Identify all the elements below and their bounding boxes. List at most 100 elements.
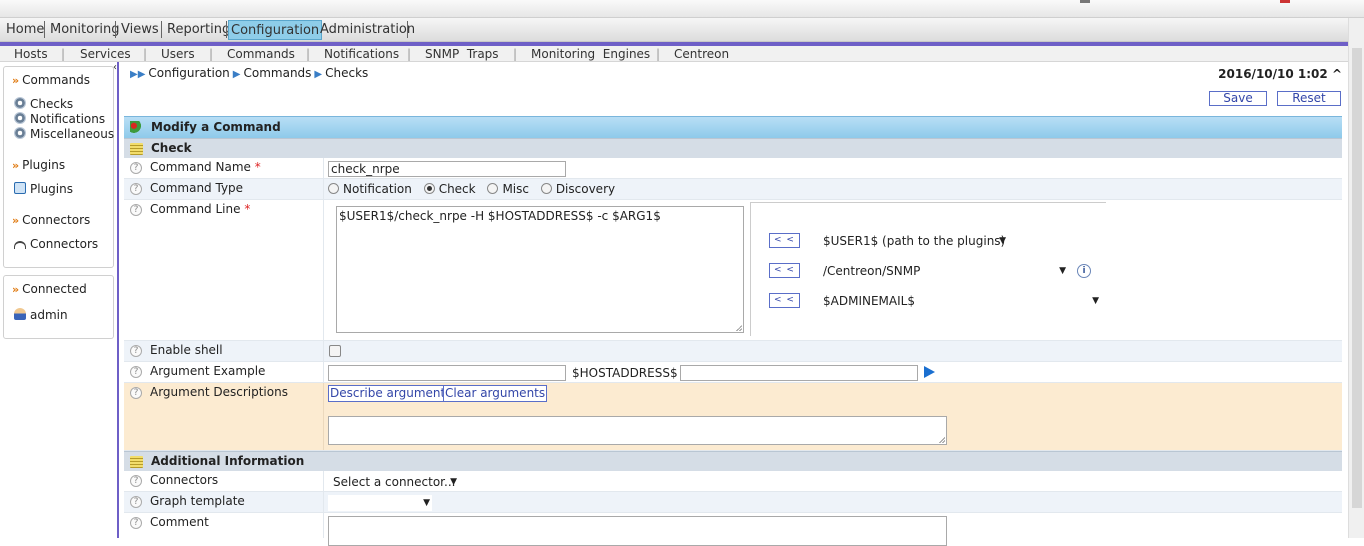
macro-select-user1[interactable]: $USER1$ (path to the plugins) ▼ bbox=[823, 233, 1008, 249]
help-icon[interactable]: ? bbox=[130, 496, 142, 508]
gear-icon bbox=[14, 97, 26, 109]
menu-separator bbox=[115, 21, 116, 38]
scrollbar-thumb[interactable] bbox=[1352, 48, 1362, 508]
submenu-snmp-traps[interactable]: SNMP Traps bbox=[425, 46, 499, 62]
save-button[interactable]: Save bbox=[1209, 91, 1267, 106]
command-line-textarea[interactable]: $USER1$/check_nrpe -H $HOSTADDRESS$ -c $… bbox=[336, 206, 744, 333]
command-icon bbox=[130, 121, 143, 133]
command-name-input[interactable]: check_nrpe bbox=[328, 161, 566, 177]
menu-separator bbox=[44, 21, 45, 38]
hostaddress-input[interactable] bbox=[680, 365, 918, 381]
macro-panel: < < $USER1$ (path to the plugins) ▼ < < /… bbox=[750, 202, 1106, 336]
chevron-down-icon: ▼ bbox=[999, 236, 1006, 246]
reset-button[interactable]: Reset bbox=[1277, 91, 1341, 106]
sub-menu: Hosts | Services | Users | Commands | No… bbox=[0, 46, 1348, 62]
label-hostaddress: $HOSTADDRESS$ bbox=[572, 366, 678, 380]
macro-row-2: < < /Centreon/SNMP ▼ i bbox=[769, 263, 1109, 281]
gear-icon bbox=[14, 127, 26, 139]
collapse-sidebar-icon[interactable]: ‹ bbox=[113, 62, 117, 73]
radio-button[interactable] bbox=[328, 183, 339, 194]
section-check-header: Check bbox=[124, 138, 1342, 158]
comment-textarea[interactable] bbox=[328, 516, 947, 546]
menu-reporting[interactable]: Reporting bbox=[165, 20, 232, 40]
macro-select-resource[interactable]: /Centreon/SNMP ▼ bbox=[823, 263, 1068, 279]
menu-monitoring[interactable]: Monitoring bbox=[48, 20, 122, 40]
help-icon[interactable]: ? bbox=[130, 387, 142, 399]
insert-macro-button[interactable]: < < bbox=[769, 233, 800, 248]
resize-grip-icon[interactable] bbox=[939, 437, 945, 443]
sidebar-item-connectors[interactable]: Connectors bbox=[14, 237, 98, 251]
submenu-centreon[interactable]: Centreon bbox=[674, 46, 729, 62]
connector-select[interactable]: Select a connector... ▼ bbox=[333, 474, 459, 490]
graph-template-select[interactable]: ▼ bbox=[328, 495, 432, 511]
breadcrumb-configuration[interactable]: Configuration bbox=[148, 66, 229, 80]
radio-button-selected[interactable] bbox=[423, 183, 435, 194]
menu-views[interactable]: Views bbox=[119, 20, 161, 40]
plugin-icon bbox=[14, 182, 26, 194]
submenu-monitoring-engines[interactable]: Monitoring Engines bbox=[531, 46, 650, 62]
breadcrumb: ▶▶ Configuration ▶ Commands ▶ Checks bbox=[130, 66, 369, 80]
sidebar-item-plugins[interactable]: Plugins bbox=[14, 182, 73, 196]
submenu-services[interactable]: Services bbox=[80, 46, 131, 62]
command-form: Modify a Command Check ? Command Name * c… bbox=[124, 116, 1342, 546]
help-icon[interactable]: ? bbox=[130, 345, 142, 357]
enable-shell-checkbox[interactable] bbox=[329, 345, 341, 357]
info-icon[interactable]: i bbox=[1077, 264, 1091, 278]
breadcrumb-checks[interactable]: Checks bbox=[325, 66, 368, 80]
label-command-name: Command Name * bbox=[150, 160, 261, 174]
clear-arguments-button[interactable]: Clear arguments bbox=[443, 385, 548, 402]
datetime: 2016/10/10 1:02 ^ bbox=[1218, 67, 1342, 81]
top-strip-mark-red bbox=[1280, 0, 1290, 3]
insert-macro-button[interactable]: < < bbox=[769, 263, 800, 278]
top-strip-mark bbox=[1080, 0, 1090, 3]
menu-home[interactable]: Home bbox=[4, 20, 46, 40]
sidebar-section-commands: » Commands bbox=[12, 73, 91, 87]
sidebar-item-checks[interactable]: Checks bbox=[14, 97, 73, 111]
radio-button[interactable] bbox=[540, 183, 552, 194]
sidebar-connected: » Connected admin bbox=[3, 275, 114, 339]
resize-grip-icon[interactable] bbox=[736, 325, 742, 331]
insert-macro-button[interactable]: < < bbox=[769, 293, 800, 308]
help-icon[interactable]: ? bbox=[130, 183, 142, 195]
radio-discovery[interactable]: Discovery bbox=[540, 182, 615, 196]
radio-button[interactable] bbox=[487, 183, 499, 194]
row-connectors: ? Connectors Select a connector... ▼ bbox=[124, 471, 1342, 492]
help-icon[interactable]: ? bbox=[130, 162, 142, 174]
macro-select-adminemail[interactable]: $ADMINEMAIL$ ▼ bbox=[823, 293, 1101, 309]
sidebar-section-connectors: » Connectors bbox=[12, 213, 91, 227]
submenu-commands[interactable]: Commands bbox=[227, 46, 295, 62]
row-argument-descriptions: ? Argument Descriptions Describe argument… bbox=[124, 383, 1342, 451]
help-icon[interactable]: ? bbox=[130, 475, 142, 487]
label-argument-example: Argument Example bbox=[150, 364, 266, 378]
submenu-hosts[interactable]: Hosts bbox=[14, 46, 48, 62]
form-header: Modify a Command bbox=[124, 116, 1342, 138]
breadcrumb-commands[interactable]: Commands bbox=[243, 66, 311, 80]
argument-descriptions-textarea[interactable] bbox=[328, 416, 947, 445]
chevron-down-icon: ▼ bbox=[450, 477, 457, 487]
radio-check[interactable]: Check bbox=[423, 182, 476, 196]
sidebar-item-miscellaneous[interactable]: Miscellaneous bbox=[14, 127, 114, 141]
label-argument-descriptions: Argument Descriptions bbox=[150, 385, 288, 399]
label-connectors: Connectors bbox=[150, 473, 219, 487]
radio-notification[interactable]: Notification bbox=[328, 182, 412, 196]
describe-arguments-button[interactable]: Describe arguments bbox=[328, 385, 454, 402]
help-icon[interactable]: ? bbox=[130, 204, 142, 216]
vertical-scrollbar[interactable] bbox=[1348, 18, 1364, 538]
menu-separator bbox=[161, 21, 162, 38]
connector-icon bbox=[14, 241, 26, 249]
chevron-down-icon: ▼ bbox=[1059, 266, 1066, 276]
help-icon[interactable]: ? bbox=[130, 517, 142, 529]
connected-user[interactable]: admin bbox=[14, 308, 68, 322]
argument-example-input[interactable] bbox=[328, 365, 566, 381]
menu-configuration[interactable]: Configuration bbox=[228, 20, 323, 40]
help-icon[interactable]: ? bbox=[130, 366, 142, 378]
row-comment: ? Comment bbox=[124, 513, 1342, 546]
menu-administration[interactable]: Administration bbox=[318, 20, 417, 40]
play-icon[interactable] bbox=[924, 366, 935, 378]
radio-misc[interactable]: Misc bbox=[487, 182, 529, 196]
row-command-type: ? Command Type Notification Check Misc Di… bbox=[124, 179, 1342, 200]
submenu-notifications[interactable]: Notifications bbox=[324, 46, 399, 62]
submenu-users[interactable]: Users bbox=[161, 46, 195, 62]
sidebar-item-notifications[interactable]: Notifications bbox=[14, 112, 105, 126]
chevron-up-icon[interactable]: ^ bbox=[1332, 67, 1342, 81]
